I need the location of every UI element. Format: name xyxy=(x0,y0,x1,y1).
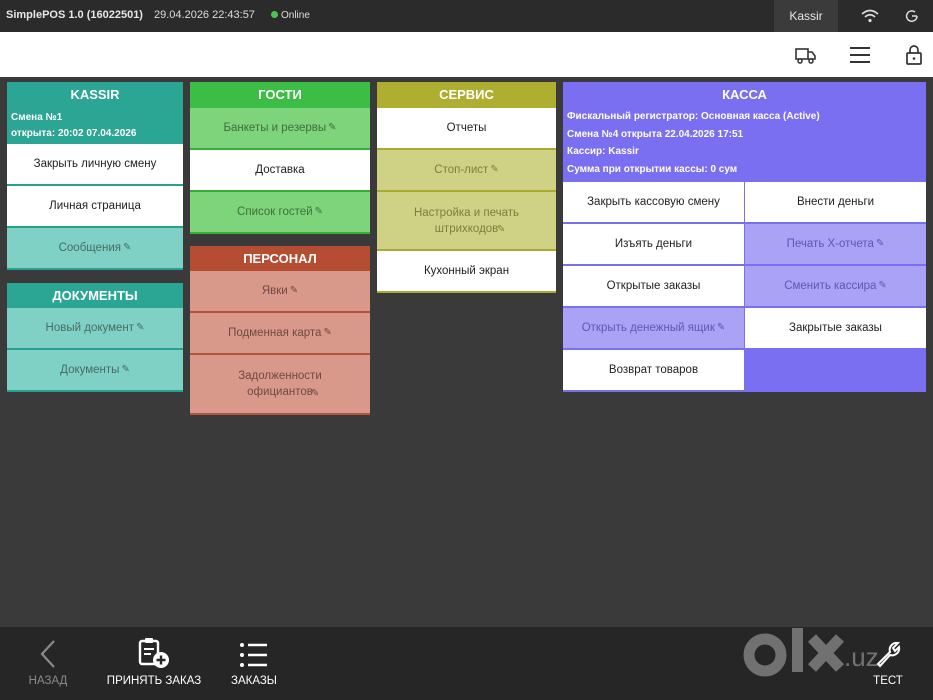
kassa-cashier: Кассир: Kassir xyxy=(567,146,639,157)
staff-title: ПЕРСОНАЛ xyxy=(190,246,370,271)
service-title: СЕРВИС xyxy=(377,82,556,108)
kassa-info: Фискальный регистратор: Основная касса (… xyxy=(563,108,926,182)
guests-title: ГОСТИ xyxy=(190,82,370,108)
kitchen-screen-button[interactable]: Кухонный экран xyxy=(377,251,556,293)
reports-button[interactable]: Отчеты xyxy=(377,108,556,150)
app-title: SimplePOS 1.0 (16022501) xyxy=(6,9,143,21)
take-order-label: ПРИНЯТЬ ЗАКАЗ xyxy=(106,675,202,687)
barcode-settings-button[interactable]: Настройка и печать штрихкодов ✎ xyxy=(377,192,556,251)
back-label: НАЗАД xyxy=(28,675,68,687)
status-label: Online xyxy=(281,10,310,21)
kassa-opening-sum: Сумма при открытии кассы: 0 сум xyxy=(567,163,738,175)
open-cash-drawer-button[interactable]: Открыть денежный ящик ✎ xyxy=(563,308,744,350)
back-button[interactable]: НАЗАД xyxy=(18,627,78,700)
edit-pencil-icon: ✎ xyxy=(497,224,506,235)
kassir-shift-info: Смена №1 открыта: 20:02 07.04.2026 xyxy=(7,108,183,144)
substitute-card-button[interactable]: Подменная карта ✎ xyxy=(190,313,370,355)
orders-button[interactable]: ЗАКАЗЫ xyxy=(224,627,284,700)
menu-icon[interactable] xyxy=(849,44,871,66)
edit-pencil-icon: ✎ xyxy=(323,327,332,338)
documents-button[interactable]: Документы ✎ xyxy=(7,350,183,392)
return-goods-button[interactable]: Возврат товаров xyxy=(563,350,744,392)
top-status-bar: SimplePOS 1.0 (16022501) 29.04.2026 22:4… xyxy=(0,0,933,32)
edit-pencil-icon: ✎ xyxy=(314,206,323,217)
current-user-button[interactable]: Kassir xyxy=(774,0,838,32)
back-arrow-icon xyxy=(40,640,55,668)
messages-button[interactable]: Сообщения ✎ xyxy=(7,228,183,270)
guest-list-button[interactable]: Список гостей ✎ xyxy=(190,192,370,234)
orders-list-icon xyxy=(240,643,267,667)
service-panel: СЕРВИС Отчеты Стоп-лист ✎ Настройка и печ… xyxy=(377,82,556,293)
documents-title: ДОКУМЕНТЫ xyxy=(7,283,183,308)
edit-pencil-icon: ✎ xyxy=(878,280,887,291)
new-document-button[interactable]: Новый документ ✎ xyxy=(7,308,183,350)
power-icon[interactable] xyxy=(905,9,919,23)
kassa-panel: КАССА Фискальный регистратор: Основная к… xyxy=(563,82,926,392)
connection-status: Online xyxy=(271,10,310,21)
fiscal-register: Фискальный регистратор: Основная касса (… xyxy=(567,111,820,122)
kassir-panel: KASSIR Смена №1 открыта: 20:02 07.04.202… xyxy=(7,82,183,270)
edit-pencil-icon: ✎ xyxy=(716,322,726,333)
waiter-debts-button[interactable]: Задолженности официантов ✎ xyxy=(190,355,370,415)
kassir-opened: открыта: 20:02 07.04.2026 xyxy=(11,128,137,139)
delivery-button[interactable]: Доставка xyxy=(190,150,370,192)
wifi-icon xyxy=(861,9,879,23)
orders-label: ЗАКАЗЫ xyxy=(231,675,277,687)
withdraw-money-button[interactable]: Изъять деньги xyxy=(563,224,744,266)
edit-pencil-icon: ✎ xyxy=(123,242,132,253)
documents-panel: ДОКУМЕНТЫ Новый документ ✎ Документы ✎ xyxy=(7,283,183,392)
personal-page-button[interactable]: Личная страница xyxy=(7,186,183,228)
print-x-report-button[interactable]: Печать Х-отчета ✎ xyxy=(745,224,926,266)
guests-panel: ГОСТИ Банкеты и резервы ✎ Доставка Список… xyxy=(190,82,370,234)
staff-panel: ПЕРСОНАЛ Явки ✎ Подменная карта ✎ Задолжен… xyxy=(190,246,370,415)
close-personal-shift-button[interactable]: Закрыть личную смену xyxy=(7,144,183,186)
kassa-shift: Смена №4 открыта 22.04.2026 17:51 xyxy=(567,128,744,140)
empty-cell xyxy=(745,350,926,392)
change-cashier-button[interactable]: Сменить кассира ✎ xyxy=(745,266,926,308)
deposit-money-button[interactable]: Внести деньги xyxy=(745,182,926,224)
olx-watermark-logo: .uz xyxy=(743,628,879,677)
edit-pencil-icon: ✎ xyxy=(289,285,299,296)
current-datetime: 29.04.2026 22:43:57 xyxy=(154,9,255,21)
edit-pencil-icon: ✎ xyxy=(136,322,145,333)
svg-text:.uz: .uz xyxy=(844,642,879,672)
banquets-reservations-button[interactable]: Банкеты и резервы ✎ xyxy=(190,108,370,150)
stop-list-button[interactable]: Стоп-лист ✎ xyxy=(377,150,556,192)
kassir-title: KASSIR xyxy=(7,82,183,108)
edit-pencil-icon: ✎ xyxy=(311,388,320,399)
kassa-actions: Закрыть кассовую смену Внести деньги Изъ… xyxy=(563,182,926,392)
edit-pencil-icon: ✎ xyxy=(490,164,499,175)
toolbar xyxy=(0,32,933,77)
edit-pencil-icon: ✎ xyxy=(328,122,337,133)
open-orders-button[interactable]: Открытые заказы xyxy=(563,266,744,308)
closed-orders-button[interactable]: Закрытые заказы xyxy=(745,308,926,350)
add-order-clipboard-icon xyxy=(138,638,169,668)
delivery-truck-icon[interactable] xyxy=(795,44,817,66)
lock-icon[interactable] xyxy=(904,44,926,66)
kassir-shift: Смена №1 xyxy=(11,112,63,123)
kassa-title: КАССА xyxy=(563,82,926,108)
attendance-button[interactable]: Явки ✎ xyxy=(190,271,370,313)
edit-pencil-icon: ✎ xyxy=(121,364,130,375)
close-cash-shift-button[interactable]: Закрыть кассовую смену xyxy=(563,182,744,224)
online-dot-icon xyxy=(271,11,278,18)
take-order-button[interactable]: ПРИНЯТЬ ЗАКАЗ xyxy=(104,627,204,700)
edit-pencil-icon: ✎ xyxy=(875,238,885,249)
